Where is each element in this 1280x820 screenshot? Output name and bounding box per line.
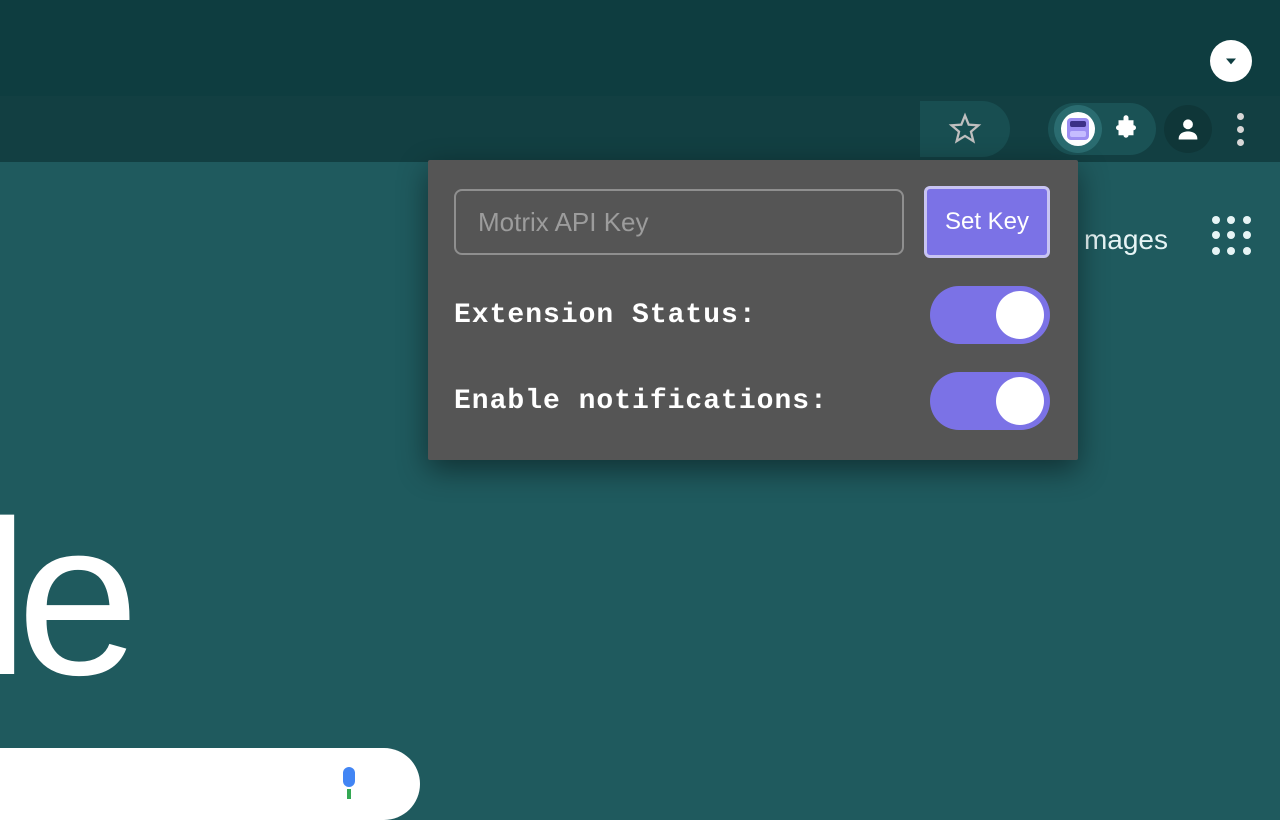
motrix-extension-icon	[1061, 112, 1095, 146]
api-key-input[interactable]	[454, 189, 904, 255]
person-icon	[1174, 115, 1202, 143]
address-bar-area	[0, 96, 1010, 162]
extension-popup: Set Key Extension Status: Enable notific…	[428, 160, 1078, 460]
notifications-row: Enable notifications:	[454, 372, 1050, 430]
kebab-menu-icon	[1237, 113, 1244, 120]
toggle-knob	[996, 377, 1044, 425]
apps-grid-icon	[1212, 216, 1220, 224]
enable-notifications-label: Enable notifications:	[454, 386, 828, 417]
set-key-button[interactable]: Set Key	[924, 186, 1050, 258]
api-key-row: Set Key	[454, 186, 1050, 258]
extension-status-row: Extension Status:	[454, 286, 1050, 344]
extensions-pill	[1048, 103, 1156, 155]
profile-button[interactable]	[1164, 105, 1212, 153]
toolbar-right-icons	[1048, 96, 1260, 162]
apps-launcher-button[interactable]	[1212, 216, 1252, 256]
enable-notifications-toggle[interactable]	[930, 372, 1050, 430]
logo-fragment: le	[0, 472, 127, 725]
extension-status-toggle[interactable]	[930, 286, 1050, 344]
window-title-bar	[0, 0, 1280, 96]
extension-status-label: Extension Status:	[454, 300, 757, 331]
microphone-icon	[343, 767, 355, 787]
active-extension-button[interactable]	[1054, 105, 1102, 153]
caret-down-icon	[1221, 51, 1241, 71]
voice-search-button[interactable]	[338, 767, 360, 801]
search-box[interactable]	[0, 748, 420, 820]
window-caret-button[interactable]	[1210, 40, 1252, 82]
puzzle-piece-icon	[1111, 114, 1141, 144]
browser-menu-button[interactable]	[1220, 105, 1260, 153]
nav-link-images[interactable]: mages	[1084, 224, 1168, 256]
browser-toolbar	[0, 96, 1280, 165]
extensions-button[interactable]	[1102, 105, 1150, 153]
star-icon	[948, 112, 982, 146]
bookmark-button[interactable]	[920, 101, 1010, 157]
toggle-knob	[996, 291, 1044, 339]
